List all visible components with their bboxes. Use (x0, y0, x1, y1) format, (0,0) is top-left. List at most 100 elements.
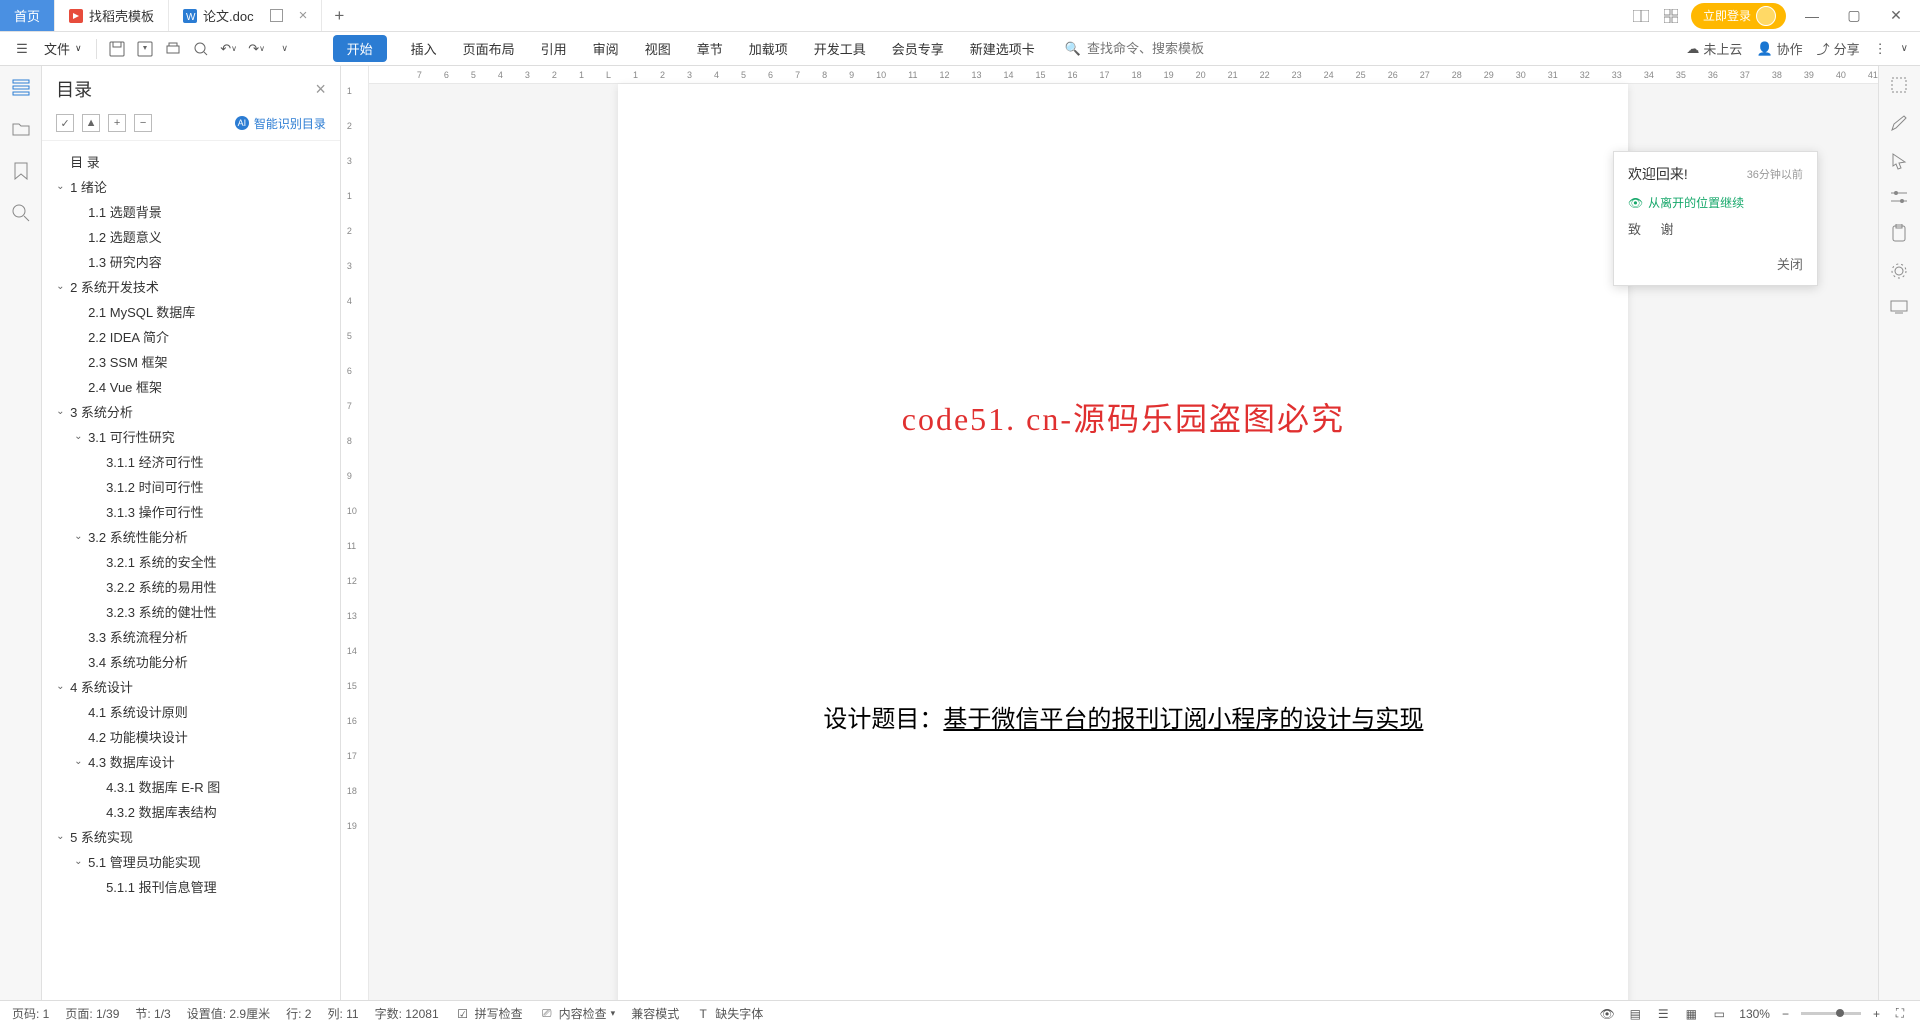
welcome-close[interactable]: 关闭 (1628, 254, 1803, 273)
outline-item[interactable]: 1.1 选题背景 (56, 199, 334, 224)
outline-item[interactable]: 1.3 研究内容 (56, 249, 334, 274)
document-page[interactable]: code51. cn-源码乐园盗图必究 设计题目：基于微信平台的报刊订阅小程序的… (618, 84, 1628, 1000)
outline-item[interactable]: ⌄5.1 管理员功能实现 (56, 849, 334, 874)
outline-item[interactable]: 3.2.1 系统的安全性 (56, 549, 334, 574)
outline-item[interactable]: ⌄1 绪论 (56, 174, 334, 199)
ribbon-tab-start[interactable]: 开始 (333, 35, 387, 62)
print-preview-icon[interactable] (191, 39, 211, 59)
outline-item[interactable]: ⌄3.1 可行性研究 (56, 424, 334, 449)
tab-doc-active[interactable]: W 论文.doc × (169, 0, 322, 31)
share-button[interactable]: ⤴分享 (1817, 39, 1860, 58)
outline-item[interactable]: 2.3 SSM 框架 (56, 349, 334, 374)
close-tab-icon[interactable]: × (299, 7, 308, 24)
more-icon[interactable]: ⋮ (1874, 41, 1887, 57)
outline-item[interactable]: 3.2.3 系统的健壮性 (56, 599, 334, 624)
outline-item[interactable]: 3.3 系统流程分析 (56, 624, 334, 649)
save-as-icon[interactable] (135, 39, 155, 59)
status-page-code[interactable]: 页码: 1 (12, 1005, 49, 1022)
outline-item[interactable]: ⌄4 系统设计 (56, 674, 334, 699)
welcome-continue-link[interactable]: 👁 从离开的位置继续 (1628, 194, 1803, 211)
outline-item[interactable]: ⌄5 系统实现 (56, 824, 334, 849)
status-spellcheck[interactable]: ☑拼写检查 (455, 1005, 523, 1022)
outline-item[interactable]: ⌄2 系统开发技术 (56, 274, 334, 299)
outline-item[interactable]: ⌄3.2 系统性能分析 (56, 524, 334, 549)
bookmark-rail-icon[interactable] (10, 160, 32, 182)
ribbon-tab-layout[interactable]: 页面布局 (461, 34, 517, 63)
cursor-rail-icon[interactable] (1891, 152, 1907, 170)
status-content-check[interactable]: ⎚内容检查▾ (539, 1005, 616, 1022)
zoom-value[interactable]: 130% (1739, 1007, 1770, 1021)
outline-rail-icon[interactable] (10, 76, 32, 98)
save-icon[interactable] (107, 39, 127, 59)
horizontal-ruler[interactable]: 7654321L12345678910111213141516171819202… (369, 66, 1878, 84)
gear-rail-icon[interactable] (1890, 262, 1908, 280)
collapse-ribbon-icon[interactable]: ∨ (1901, 43, 1908, 54)
outline-item[interactable]: 4.3.1 数据库 E-R 图 (56, 774, 334, 799)
ribbon-tab-review[interactable]: 审阅 (591, 34, 621, 63)
redo-icon[interactable]: ↷∨ (247, 39, 267, 59)
status-section[interactable]: 节: 1/3 (135, 1005, 170, 1022)
undo-icon[interactable]: ↶∨ (219, 39, 239, 59)
outline-item[interactable]: 2.1 MySQL 数据库 (56, 299, 334, 324)
slider-rail-icon[interactable] (1890, 190, 1908, 204)
outline-minus-icon[interactable]: − (134, 114, 152, 132)
clipboard-rail-icon[interactable] (1891, 224, 1907, 242)
status-words[interactable]: 字数: 12081 (375, 1005, 439, 1022)
outline-item[interactable]: 2.2 IDEA 简介 (56, 324, 334, 349)
minimize-button[interactable]: — (1796, 2, 1828, 30)
read-view-icon[interactable]: ▭ (1711, 1006, 1727, 1022)
print-icon[interactable] (163, 39, 183, 59)
search-input[interactable] (1087, 41, 1227, 56)
zoom-out-icon[interactable]: − (1782, 1007, 1789, 1021)
outline-item[interactable]: 1.2 选题意义 (56, 224, 334, 249)
status-page[interactable]: 页面: 1/39 (65, 1005, 119, 1022)
status-compat[interactable]: 兼容模式 (631, 1005, 679, 1022)
format-painter-icon[interactable]: ∨ (275, 39, 295, 59)
outline-item[interactable]: 2.4 Vue 框架 (56, 374, 334, 399)
hamburger-icon[interactable]: ☰ (12, 39, 32, 59)
login-button[interactable]: 立即登录 (1691, 3, 1786, 29)
status-row[interactable]: 行: 2 (286, 1005, 311, 1022)
ribbon-tab-view[interactable]: 视图 (643, 34, 673, 63)
search-area[interactable]: 🔍 (1065, 41, 1227, 57)
outline-up-icon[interactable]: ▲ (82, 114, 100, 132)
tab-templates[interactable]: 找稻壳模板 (55, 0, 169, 31)
folder-rail-icon[interactable] (10, 118, 32, 140)
outline-item[interactable]: 4.1 系统设计原则 (56, 699, 334, 724)
outline-check-icon[interactable]: ✓ (56, 114, 74, 132)
select-rail-icon[interactable] (1890, 76, 1908, 94)
pencil-rail-icon[interactable] (1890, 114, 1908, 132)
outline-item[interactable]: 3.1.3 操作可行性 (56, 499, 334, 524)
outline-item[interactable]: 3.4 系统功能分析 (56, 649, 334, 674)
outline-item[interactable]: 3.1.2 时间可行性 (56, 474, 334, 499)
zoom-slider[interactable] (1801, 1012, 1861, 1015)
maximize-button[interactable]: ▢ (1838, 2, 1870, 30)
outline-item[interactable]: 4.3.2 数据库表结构 (56, 799, 334, 824)
outline-item[interactable]: ⌄3 系统分析 (56, 399, 334, 424)
file-menu[interactable]: 文件∨ (40, 36, 86, 61)
collab-button[interactable]: 👤协作 (1756, 39, 1802, 58)
ribbon-tab-addon[interactable]: 加载项 (747, 34, 790, 63)
ribbon-tab-reference[interactable]: 引用 (539, 34, 569, 63)
search-rail-icon[interactable] (10, 202, 32, 224)
status-col[interactable]: 列: 11 (327, 1005, 358, 1022)
ribbon-tab-member[interactable]: 会员专享 (890, 34, 946, 63)
outline-item[interactable]: 4.2 功能模块设计 (56, 724, 334, 749)
tab-home[interactable]: 首页 (0, 0, 55, 31)
zoom-in-icon[interactable]: + (1873, 1007, 1880, 1021)
layout-icon[interactable] (1631, 6, 1651, 26)
ribbon-tab-dev[interactable]: 开发工具 (812, 34, 868, 63)
grid-icon[interactable] (1661, 6, 1681, 26)
window-split-icon[interactable] (270, 9, 283, 22)
close-window-button[interactable]: ✕ (1880, 2, 1912, 30)
outline-item[interactable]: 5.1.1 报刊信息管理 (56, 874, 334, 899)
device-rail-icon[interactable] (1890, 300, 1908, 314)
fullscreen-icon[interactable]: ⛶ (1892, 1006, 1908, 1022)
ribbon-tab-newtab[interactable]: 新建选项卡 (968, 34, 1037, 63)
eye-status-icon[interactable]: 👁 (1599, 1006, 1615, 1022)
ribbon-tab-insert[interactable]: 插入 (409, 34, 439, 63)
outline-item[interactable]: ⌄4.3 数据库设计 (56, 749, 334, 774)
status-setval[interactable]: 设置值: 2.9厘米 (187, 1005, 270, 1022)
vertical-ruler[interactable]: 12312345678910111213141516171819 (341, 66, 369, 1000)
outline-view-icon[interactable]: ☰ (1655, 1006, 1671, 1022)
